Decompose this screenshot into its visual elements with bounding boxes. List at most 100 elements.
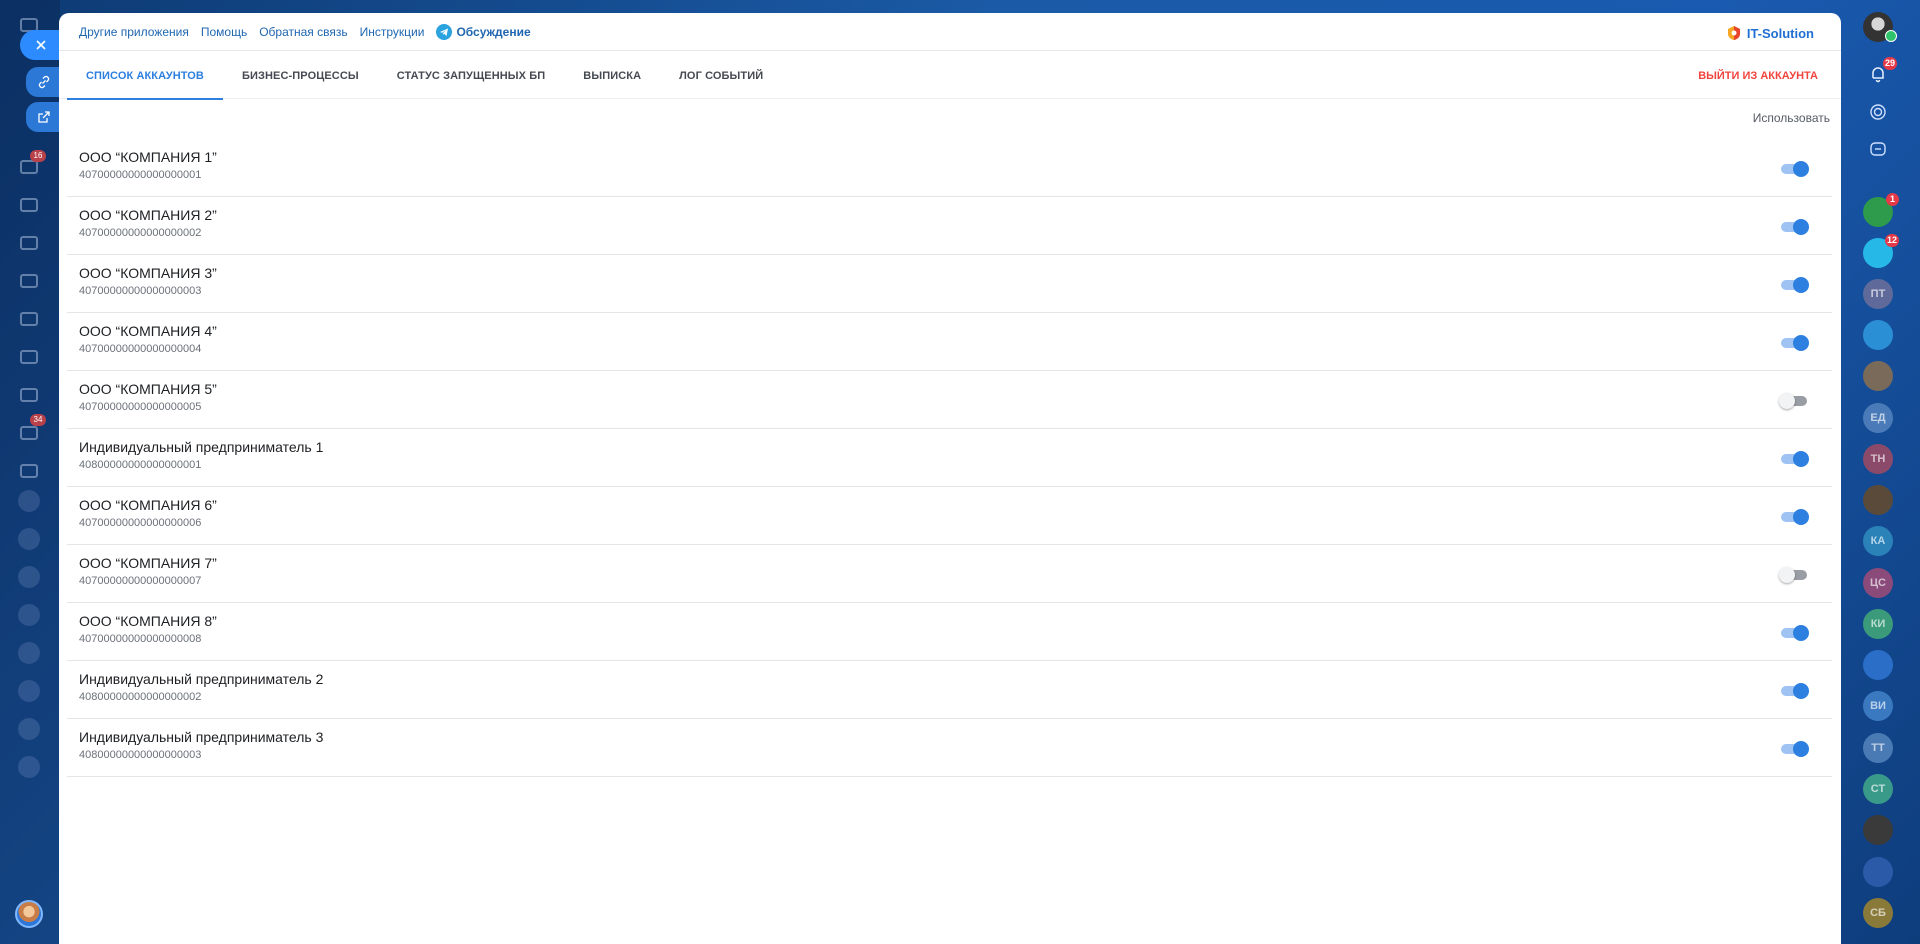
docs-icon[interactable] <box>20 274 38 288</box>
account-name: Индивидуальный предприниматель 2 <box>79 671 324 687</box>
account-number: 40700000000000000001 <box>79 169 202 181</box>
brand-name: IT-Solution <box>1746 25 1814 41</box>
tab-statement[interactable]: Выписка <box>564 51 660 99</box>
use-account-toggle[interactable] <box>1779 393 1807 409</box>
app-icon-i[interactable] <box>18 528 40 550</box>
telegram-icon <box>436 23 453 40</box>
tab-bp-status[interactable]: Статус запущенных БП <box>378 51 565 99</box>
toggle-thumb <box>1793 451 1809 467</box>
use-account-toggle[interactable] <box>1781 335 1809 351</box>
contact-avatar[interactable]: СТ <box>1863 774 1893 804</box>
left-sidebar: 16 34 <box>0 0 62 944</box>
tasks-badge: 34 <box>30 414 46 426</box>
feed-icon[interactable] <box>20 198 38 212</box>
use-account-toggle[interactable] <box>1781 509 1809 525</box>
contact-avatar[interactable]: ТН <box>1863 444 1893 474</box>
search-button[interactable] <box>1863 97 1893 127</box>
toggle-thumb <box>1779 393 1795 409</box>
mail-icon[interactable] <box>20 350 38 364</box>
use-account-toggle[interactable] <box>1781 625 1809 641</box>
app-icon-m[interactable] <box>18 680 40 702</box>
account-number: 40700000000000000003 <box>79 285 202 297</box>
contact-avatar[interactable] <box>1863 320 1893 350</box>
discussion-link[interactable]: Обсуждение <box>436 23 531 40</box>
contact-avatar[interactable] <box>1863 485 1893 515</box>
drive-icon[interactable] <box>20 312 38 326</box>
bookmark-icon[interactable] <box>1863 650 1893 680</box>
chat-bubble-icon <box>1870 142 1886 156</box>
use-account-toggle[interactable] <box>1781 277 1809 293</box>
account-number: 40700000000000000008 <box>79 633 202 645</box>
tab-event-log[interactable]: Лог событий <box>660 51 782 99</box>
contact-avatar[interactable]: КА <box>1863 526 1893 556</box>
contact-avatar[interactable]: ВИ <box>1863 691 1893 721</box>
contact-avatar[interactable] <box>1863 815 1893 845</box>
chat-icon[interactable] <box>20 160 38 174</box>
account-name: Индивидуальный предприниматель 3 <box>79 729 324 745</box>
app-icon-b[interactable] <box>18 490 40 512</box>
account-row: Индивидуальный предприниматель 3 40800000… <box>67 719 1832 777</box>
account-name: ООО “КОМПАНИЯ 3” <box>79 265 217 281</box>
other-apps-link[interactable]: Другие приложения <box>79 25 189 39</box>
account-row: ООО “КОМПАНИЯ 6” 40700000000000000006 <box>67 487 1832 545</box>
chat-badge-1: 1 <box>1886 193 1899 206</box>
use-account-toggle[interactable] <box>1781 451 1809 467</box>
calendar-icon[interactable] <box>20 236 38 250</box>
toggle-thumb <box>1793 625 1809 641</box>
messenger-button[interactable] <box>1863 135 1893 165</box>
use-account-toggle[interactable] <box>1781 741 1809 757</box>
app-icon-x[interactable] <box>18 756 40 778</box>
app-icon-d[interactable] <box>18 718 40 740</box>
close-slider-button[interactable] <box>20 30 62 60</box>
account-number: 40700000000000000004 <box>79 343 202 355</box>
accounts-list: ООО “КОМПАНИЯ 1” 40700000000000000001 ООО … <box>67 139 1832 777</box>
toggle-thumb <box>1793 277 1809 293</box>
use-column-header: Использовать <box>1752 111 1830 125</box>
contact-avatar[interactable]: СБ <box>1863 898 1893 928</box>
tab-business-processes[interactable]: Бизнес-процессы <box>223 51 378 99</box>
app-panel: Другие приложения Помощь Обратная связь … <box>59 13 1841 944</box>
feedback-link[interactable]: Обратная связь <box>259 25 347 39</box>
groups-icon[interactable] <box>20 388 38 402</box>
contact-avatar[interactable]: ТТ <box>1863 733 1893 763</box>
help-link[interactable]: Помощь <box>201 25 247 39</box>
app-icon-a[interactable] <box>18 566 40 588</box>
contact-avatar[interactable] <box>1863 361 1893 391</box>
chat-badge: 16 <box>30 150 46 162</box>
contact-avatar[interactable] <box>1863 857 1893 887</box>
account-name: ООО “КОМПАНИЯ 1” <box>79 149 217 165</box>
app-icon-ai[interactable] <box>18 642 40 664</box>
crm-icon[interactable] <box>20 464 38 478</box>
tasks-icon[interactable] <box>20 426 38 440</box>
account-row: ООО “КОМПАНИЯ 2” 40700000000000000002 <box>67 197 1832 255</box>
notifications-badge: 29 <box>1883 57 1898 70</box>
chat-badge-2: 12 <box>1885 234 1900 247</box>
account-number: 40800000000000000003 <box>79 749 202 761</box>
instructions-link[interactable]: Инструкции <box>360 25 425 39</box>
toggle-thumb <box>1793 335 1809 351</box>
tab-accounts-list[interactable]: Список аккаунтов <box>67 51 223 100</box>
use-account-toggle[interactable] <box>1779 567 1807 583</box>
use-account-toggle[interactable] <box>1781 219 1809 235</box>
copy-link-button[interactable] <box>26 67 62 97</box>
right-sidebar: 29 1 12 ПТ ЕД ТН КА ЦС КИ ВИ ТТ СТ СБ <box>1840 0 1920 944</box>
contact-avatar[interactable]: ЦС <box>1863 568 1893 598</box>
account-name: ООО “КОМПАНИЯ 2” <box>79 207 217 223</box>
logout-button[interactable]: Выйти из аккаунта <box>1698 51 1818 99</box>
use-account-toggle[interactable] <box>1781 161 1809 177</box>
account-number: 40800000000000000001 <box>79 459 202 471</box>
toggle-thumb <box>1779 567 1795 583</box>
account-number: 40700000000000000005 <box>79 401 202 413</box>
account-number: 40800000000000000002 <box>79 691 202 703</box>
top-links-bar: Другие приложения Помощь Обратная связь … <box>59 13 1841 51</box>
contact-avatar[interactable]: ЕД <box>1863 403 1893 433</box>
contact-avatar[interactable]: КИ <box>1863 609 1893 639</box>
contact-avatar[interactable]: ПТ <box>1863 279 1893 309</box>
open-in-new-window-button[interactable] <box>26 102 62 132</box>
account-name: ООО “КОМПАНИЯ 5” <box>79 381 217 397</box>
account-row: ООО “КОМПАНИЯ 1” 40700000000000000001 <box>67 139 1832 197</box>
user-avatar[interactable] <box>15 900 43 928</box>
toggle-thumb <box>1793 219 1809 235</box>
app-icon-t[interactable] <box>18 604 40 626</box>
use-account-toggle[interactable] <box>1781 683 1809 699</box>
